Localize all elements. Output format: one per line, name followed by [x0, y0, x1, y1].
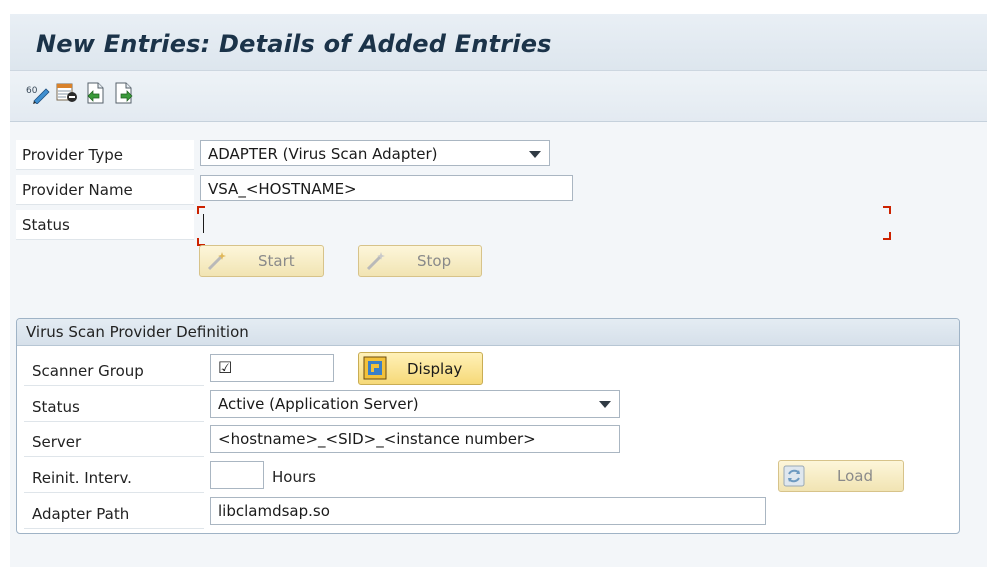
scanner-group-checkbox-field[interactable]: ☑ — [210, 354, 334, 382]
display-icon — [363, 356, 387, 384]
checkbox-icon[interactable]: ☑ — [218, 358, 232, 377]
display-button[interactable]: Display — [358, 352, 483, 385]
status-corner-top-right — [883, 206, 891, 214]
provider-name-value: VSA_<HOSTNAME> — [208, 180, 357, 198]
change-display-icon[interactable]: 60 — [26, 82, 50, 105]
load-button[interactable]: Load — [778, 460, 904, 492]
refresh-icon — [783, 465, 805, 491]
scanner-group-label: Scanner Group — [32, 362, 144, 380]
load-label: Load — [837, 467, 873, 485]
provider-type-label: Provider Type — [22, 146, 123, 164]
delete-row-icon[interactable] — [56, 82, 78, 104]
stop-button[interactable]: Stop — [358, 245, 482, 277]
adapter-path-field[interactable]: libclamdsap.so — [210, 497, 766, 525]
reinit-interval-field[interactable] — [210, 461, 264, 489]
status-label: Status — [22, 216, 70, 234]
status-field[interactable] — [197, 206, 893, 246]
page-title: New Entries: Details of Added Entries — [36, 30, 552, 58]
server-label: Server — [32, 433, 82, 451]
text-cursor — [203, 214, 204, 233]
status-corner-bottom-right — [883, 232, 891, 240]
toolbar — [10, 71, 987, 122]
stop-label: Stop — [417, 252, 452, 270]
chevron-down-icon[interactable] — [599, 401, 611, 408]
group-status-label: Status — [32, 398, 80, 416]
provider-type-dropdown[interactable]: ADAPTER (Virus Scan Adapter) — [200, 140, 550, 166]
adapter-path-label: Adapter Path — [32, 505, 130, 523]
wand-icon — [206, 250, 228, 276]
svg-text:60: 60 — [26, 86, 38, 96]
adapter-path-value: libclamdsap.so — [218, 502, 330, 520]
hours-label: Hours — [272, 468, 316, 486]
start-label: Start — [258, 252, 295, 270]
display-label: Display — [407, 360, 463, 378]
status-corner-top-left — [197, 206, 205, 214]
next-entry-icon[interactable] — [114, 82, 136, 104]
group-status-dropdown[interactable]: Active (Application Server) — [210, 390, 620, 418]
server-value: <hostname>_<SID>_<instance number> — [218, 430, 536, 448]
server-field[interactable]: <hostname>_<SID>_<instance number> — [210, 425, 620, 453]
group-title: Virus Scan Provider Definition — [26, 323, 249, 341]
chevron-down-icon[interactable] — [529, 151, 541, 158]
start-button[interactable]: Start — [199, 245, 324, 277]
provider-name-label: Provider Name — [22, 181, 133, 199]
previous-entry-icon[interactable] — [84, 82, 106, 104]
wand-icon — [365, 250, 387, 276]
reinit-interval-label: Reinit. Interv. — [32, 469, 132, 487]
group-status-value: Active (Application Server) — [218, 395, 419, 413]
provider-type-value: ADAPTER (Virus Scan Adapter) — [208, 145, 438, 163]
provider-name-field[interactable]: VSA_<HOSTNAME> — [200, 175, 573, 201]
